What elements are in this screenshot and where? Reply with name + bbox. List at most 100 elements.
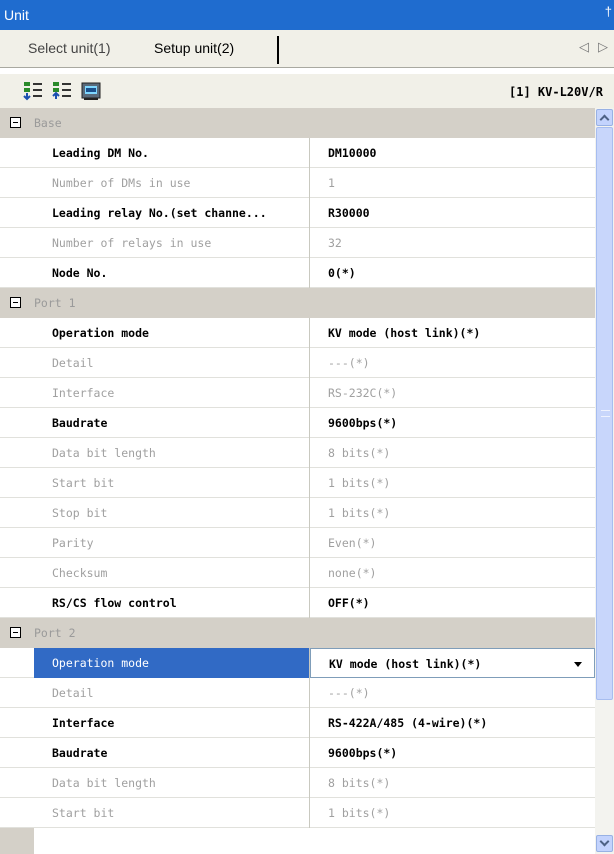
tab-scroll-right-icon[interactable]: ▷ <box>598 39 608 55</box>
property-value-text: ---(*) <box>328 356 370 370</box>
property-name: Detail <box>34 678 310 708</box>
property-name: Data bit length <box>34 438 310 468</box>
property-value: 32 <box>310 228 595 258</box>
property-row: Start bit 1 bits(*) <box>0 798 595 828</box>
property-row[interactable]: Baudrate 9600bps(*) <box>0 408 595 438</box>
property-value-text: ---(*) <box>328 686 370 700</box>
category-row[interactable]: Base <box>0 108 595 138</box>
category-label: Port 1 <box>34 296 76 310</box>
property-value-text: R30000 <box>328 206 370 220</box>
property-value-text: KV mode (host link)(*) <box>329 657 482 671</box>
property-value: 8 bits(*) <box>310 768 595 798</box>
property-value[interactable]: 9600bps(*) <box>310 738 595 768</box>
property-value: RS-232C(*) <box>310 378 595 408</box>
tab-separator <box>277 36 279 64</box>
property-name: Operation mode <box>34 318 310 348</box>
property-value-text: Even(*) <box>328 536 377 550</box>
property-value: 8 bits(*) <box>310 438 595 468</box>
category-label: Base <box>34 116 62 130</box>
property-value-text: 1 bits(*) <box>328 476 391 490</box>
scroll-down-button[interactable] <box>596 835 613 852</box>
chevron-up-icon <box>599 114 610 125</box>
vertical-scrollbar[interactable] <box>595 108 614 854</box>
collapse-toggle-icon[interactable] <box>10 117 21 128</box>
property-row[interactable]: Interface RS-422A/485 (4-wire)(*) <box>0 708 595 738</box>
category-row[interactable]: Port 1 <box>0 288 595 318</box>
collapse-toggle-icon[interactable] <box>10 297 21 308</box>
property-name: Node No. <box>34 258 310 288</box>
property-value-text: 1 bits(*) <box>328 806 391 820</box>
property-row[interactable]: Operation mode KV mode (host link)(*) <box>0 318 595 348</box>
property-value[interactable]: KV mode (host link)(*) <box>310 318 595 348</box>
expand-properties-icon[interactable] <box>22 80 44 102</box>
property-name: Detail <box>34 348 310 378</box>
property-name: Baudrate <box>34 408 310 438</box>
property-row: Detail ---(*) <box>0 348 595 378</box>
property-row: Checksum none(*) <box>0 558 595 588</box>
property-row: Parity Even(*) <box>0 528 595 558</box>
property-row[interactable]: RS/CS flow control OFF(*) <box>0 588 595 618</box>
property-row: Start bit 1 bits(*) <box>0 468 595 498</box>
property-name: Baudrate <box>34 738 310 768</box>
property-row: Stop bit 1 bits(*) <box>0 498 595 528</box>
property-name: Stop bit <box>34 498 310 528</box>
property-row: Detail ---(*) <box>0 678 595 708</box>
property-value-text: 8 bits(*) <box>328 776 391 790</box>
property-value-text: 9600bps(*) <box>328 746 398 760</box>
property-name: Leading relay No.(set channe... <box>34 198 310 228</box>
property-value[interactable]: 0(*) <box>310 258 595 288</box>
property-value[interactable]: RS-422A/485 (4-wire)(*) <box>310 708 595 738</box>
property-value-dropdown[interactable]: KV mode (host link)(*) <box>310 648 595 678</box>
scroll-up-button[interactable] <box>596 109 613 126</box>
collapse-toggle-icon[interactable] <box>10 627 21 638</box>
property-row[interactable]: Leading DM No. DM10000 <box>0 138 595 168</box>
property-value[interactable]: 9600bps(*) <box>310 408 595 438</box>
property-value: ---(*) <box>310 678 595 708</box>
tab-setup-unit[interactable]: Setup unit(2) <box>154 40 234 56</box>
property-row[interactable]: Baudrate 9600bps(*) <box>0 738 595 768</box>
scrollbar-thumb[interactable] <box>596 127 613 700</box>
property-row: Interface RS-232C(*) <box>0 378 595 408</box>
property-value: none(*) <box>310 558 595 588</box>
property-grid: Base Leading DM No. DM10000 Number of DMs i… <box>0 108 595 854</box>
property-value[interactable]: OFF(*) <box>310 588 595 618</box>
category-row[interactable]: Port 2 <box>0 618 595 648</box>
property-row[interactable]: Node No. 0(*) <box>0 258 595 288</box>
property-value-text: 0(*) <box>328 266 356 280</box>
power-supply-icon[interactable] <box>80 80 102 102</box>
property-value-text: DM10000 <box>328 146 377 160</box>
tab-select-unit[interactable]: Select unit(1) <box>28 40 110 56</box>
property-value-text: 8 bits(*) <box>328 446 391 460</box>
property-value-text: 1 <box>328 176 335 190</box>
unit-model-label: [1] KV-L20V/R <box>509 85 603 99</box>
dropdown-arrow-icon[interactable] <box>574 662 582 667</box>
property-row[interactable]: Operation mode KV mode (host link)(*) <box>0 648 595 678</box>
collapse-properties-icon[interactable] <box>51 80 73 102</box>
property-name: Checksum <box>34 558 310 588</box>
property-value[interactable]: R30000 <box>310 198 595 228</box>
property-row: Number of DMs in use 1 <box>0 168 595 198</box>
pin-icon[interactable]: † <box>605 4 612 19</box>
window-title: Unit <box>4 7 29 23</box>
category-label: Port 2 <box>34 626 76 640</box>
property-name: Leading DM No. <box>34 138 310 168</box>
property-value-text: OFF(*) <box>328 596 370 610</box>
property-value-text: KV mode (host link)(*) <box>328 326 481 340</box>
window-titlebar: Unit † <box>0 0 614 30</box>
property-row: Data bit length 8 bits(*) <box>0 768 595 798</box>
property-value: Even(*) <box>310 528 595 558</box>
property-name: Operation mode <box>34 648 310 678</box>
property-row[interactable]: Leading relay No.(set channe... R30000 <box>0 198 595 228</box>
property-name: Interface <box>34 708 310 738</box>
property-value-text: none(*) <box>328 566 377 580</box>
tab-bar: Select unit(1) Setup unit(2) ◁ ▷ <box>0 30 614 68</box>
property-value-text: RS-232C(*) <box>328 386 398 400</box>
property-value: 1 bits(*) <box>310 468 595 498</box>
tab-scroll-left-icon[interactable]: ◁ <box>579 39 589 55</box>
property-name: Data bit length <box>34 768 310 798</box>
property-value-text: 1 bits(*) <box>328 506 391 520</box>
property-row: Data bit length 8 bits(*) <box>0 438 595 468</box>
property-value: 1 bits(*) <box>310 498 595 528</box>
property-value[interactable]: DM10000 <box>310 138 595 168</box>
property-name: Parity <box>34 528 310 558</box>
